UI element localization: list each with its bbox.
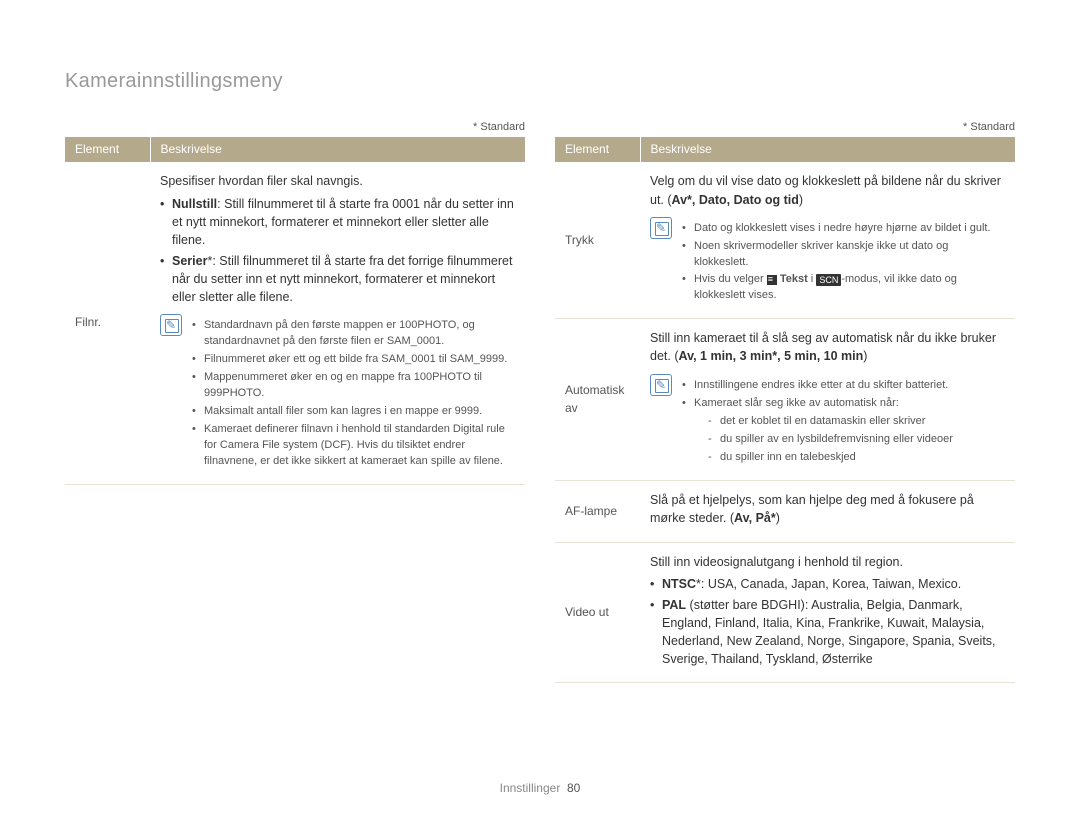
th-description: Beskrivelse xyxy=(150,137,525,162)
sub-note-item: det er koblet til en datamaskin eller sk… xyxy=(708,414,1005,430)
cell-label: Video ut xyxy=(555,542,640,683)
note-item: Filnummeret øker ett og ett bilde fra SA… xyxy=(192,352,515,368)
note-content: Dato og klokkeslett vises i nedre høyre … xyxy=(682,217,1005,309)
table-header-row: Element Beskrivelse xyxy=(65,137,525,162)
note-item: Dato og klokkeslett vises i nedre høyre … xyxy=(682,221,1005,237)
footer-label: Innstillinger xyxy=(500,781,561,795)
option-text: *: USA, Canada, Japan, Korea, Taiwan, Me… xyxy=(696,577,961,591)
page-title: Kamerainnstillingsmeny xyxy=(65,70,1015,93)
sub-note-item: du spiller av en lysbildefremvisning ell… xyxy=(708,432,1005,448)
intro-text: Spesifiser hvordan filer skal navngis. xyxy=(160,172,515,190)
row-filnr: Filnr. Spesifiser hvordan filer skal nav… xyxy=(65,162,525,484)
row-af-lampe: AF-lampe Slå på et hjelpelys, som kan hj… xyxy=(555,481,1015,542)
standard-note-right: * Standard xyxy=(555,121,1015,133)
page-number: 80 xyxy=(567,781,580,795)
note-item: Mappenummeret øker en og en mappe fra 10… xyxy=(192,370,515,402)
option-pal: PAL (støtter bare BDGHI): Australia, Bel… xyxy=(650,596,1005,669)
desc-text: Still inn kameraet til å slå seg av auto… xyxy=(650,329,1005,365)
cell-label: Trykk xyxy=(555,162,640,318)
cell-desc: Velg om du vil vise dato og klokkeslett … xyxy=(640,162,1015,318)
cell-desc: Still inn kameraet til å slå seg av auto… xyxy=(640,319,1015,481)
note-block: Standardnavn på den første mappen er 100… xyxy=(160,314,515,473)
note-item: Innstillingene endres ikke etter at du s… xyxy=(682,378,1005,394)
content-columns: * Standard Element Beskrivelse Filnr. Sp… xyxy=(65,121,1015,683)
option-serier: Serier*: Still filnummeret til å starte … xyxy=(160,252,515,306)
option-text: (støtter bare BDGHI): Australia, Belgia,… xyxy=(662,598,996,666)
note-block: Innstillingene endres ikke etter at du s… xyxy=(650,374,1005,471)
desc-text: Slå på et hjelpelys, som kan hjelpe deg … xyxy=(650,491,1005,527)
note-content: Standardnavn på den første mappen er 100… xyxy=(192,314,515,473)
cell-label: AF-lampe xyxy=(555,481,640,542)
cell-desc: Spesifiser hvordan filer skal navngis. N… xyxy=(150,162,525,484)
sub-note-item: du spiller inn en talebeskjed xyxy=(708,450,1005,466)
intro-text: Still inn videosignalutgang i henhold ti… xyxy=(650,553,1005,571)
note-item: Standardnavn på den første mappen er 100… xyxy=(192,318,515,350)
left-table: Element Beskrivelse Filnr. Spesifiser hv… xyxy=(65,137,525,485)
note-content: Innstillingene endres ikke etter at du s… xyxy=(682,374,1005,471)
note-item: Kameraet definerer filnavn i henhold til… xyxy=(192,422,515,470)
option-ntsc: NTSC*: USA, Canada, Japan, Korea, Taiwan… xyxy=(650,575,1005,593)
scn-badge: SCN xyxy=(816,274,841,286)
option-text: : Still filnummeret til å starte fra 000… xyxy=(172,197,514,247)
option-list: NTSC*: USA, Canada, Japan, Korea, Taiwan… xyxy=(650,575,1005,669)
menu-icon xyxy=(767,275,777,285)
cell-label: Filnr. xyxy=(65,162,150,484)
page-footer: Innstillinger 80 xyxy=(0,781,1080,795)
option-name: Nullstill xyxy=(172,197,217,211)
option-name: PAL xyxy=(662,598,686,612)
row-automatisk-av: Automatisk av Still inn kameraet til å s… xyxy=(555,319,1015,481)
right-column: * Standard Element Beskrivelse Trykk Vel… xyxy=(555,121,1015,683)
th-element: Element xyxy=(65,137,150,162)
option-nullstill: Nullstill: Still filnummeret til å start… xyxy=(160,195,515,249)
cell-desc: Still inn videosignalutgang i henhold ti… xyxy=(640,542,1015,683)
th-element: Element xyxy=(555,137,640,162)
note-item: Kameraet slår seg ikke av automatisk når… xyxy=(682,396,1005,467)
note-item: Noen skrivermodeller skriver kanskje ikk… xyxy=(682,239,1005,271)
option-text: *: Still filnummeret til å starte fra de… xyxy=(172,254,512,304)
note-block: Dato og klokkeslett vises i nedre høyre … xyxy=(650,217,1005,309)
standard-note-left: * Standard xyxy=(65,121,525,133)
right-table: Element Beskrivelse Trykk Velg om du vil… xyxy=(555,137,1015,683)
note-item: Maksimalt antall filer som kan lagres i … xyxy=(192,404,515,420)
note-icon xyxy=(650,374,672,396)
row-trykk: Trykk Velg om du vil vise dato og klokke… xyxy=(555,162,1015,318)
cell-label: Automatisk av xyxy=(555,319,640,481)
option-name: Serier xyxy=(172,254,207,268)
option-list: Nullstill: Still filnummeret til å start… xyxy=(160,195,515,307)
cell-desc: Slå på et hjelpelys, som kan hjelpe deg … xyxy=(640,481,1015,542)
note-icon xyxy=(650,217,672,239)
table-header-row: Element Beskrivelse xyxy=(555,137,1015,162)
note-item: Hvis du velger Tekst i SCN-modus, vil ik… xyxy=(682,272,1005,304)
option-name: NTSC xyxy=(662,577,696,591)
note-icon xyxy=(160,314,182,336)
desc-text: Velg om du vil vise dato og klokkeslett … xyxy=(650,172,1005,208)
th-description: Beskrivelse xyxy=(640,137,1015,162)
left-column: * Standard Element Beskrivelse Filnr. Sp… xyxy=(65,121,525,683)
row-video-ut: Video ut Still inn videosignalutgang i h… xyxy=(555,542,1015,683)
